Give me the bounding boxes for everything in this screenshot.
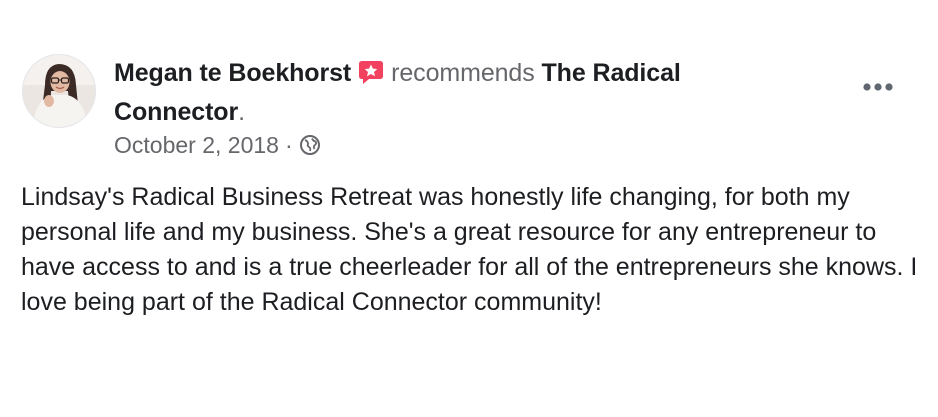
recommendation-post: Megan te Boekhorst recommends The Radical… — [0, 0, 938, 417]
post-body-text: Lindsay's Radical Business Retreat was h… — [21, 183, 918, 316]
globe-icon — [299, 134, 321, 156]
avatar[interactable] — [22, 54, 96, 128]
recommendation-badge-icon — [357, 58, 385, 95]
post-header: Megan te Boekhorst recommends The Radical… — [114, 56, 814, 129]
post-date[interactable]: October 2, 2018 — [114, 132, 279, 159]
more-options-icon[interactable] — [856, 72, 900, 102]
post-meta: October 2, 2018 · — [114, 129, 321, 161]
meta-separator: · — [284, 131, 293, 158]
header-period: . — [238, 98, 245, 126]
author-name[interactable]: Megan te Boekhorst — [114, 59, 351, 87]
action-text: recommends — [391, 59, 535, 87]
